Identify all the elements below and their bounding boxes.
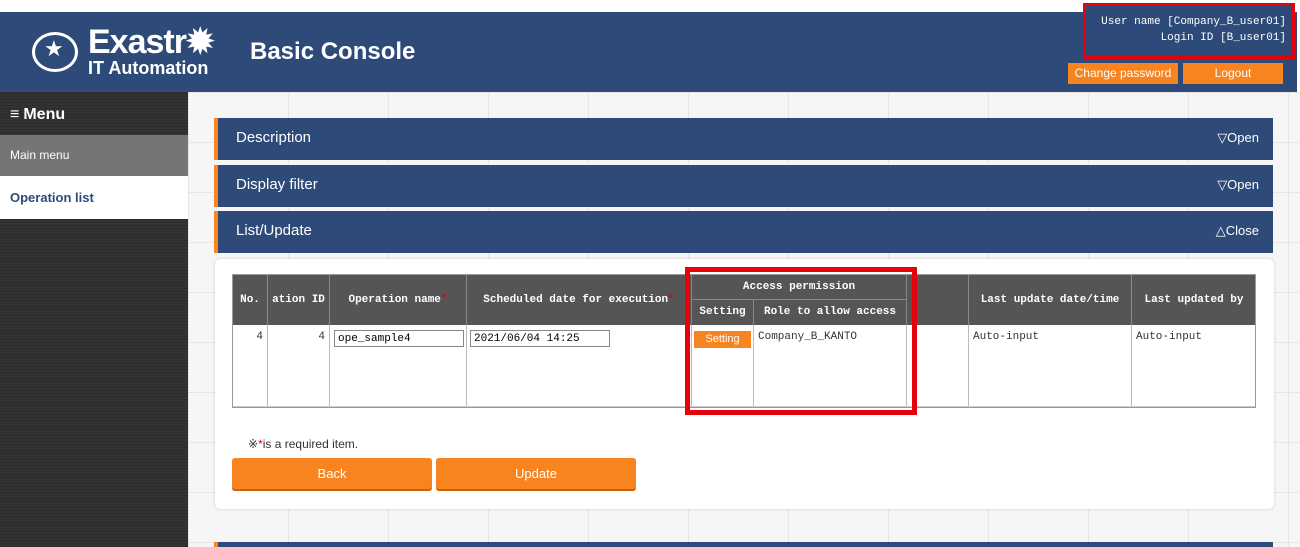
- menu-label: Menu: [23, 106, 66, 123]
- cell-no: 4: [233, 325, 268, 406]
- hamburger-icon: ≡: [10, 106, 20, 123]
- sidebar-item-operation-list[interactable]: Operation list: [0, 176, 188, 219]
- user-info-highlight: User name [Company_B_user01] Login ID [B…: [1083, 3, 1295, 59]
- section-title: List/Update: [236, 222, 312, 239]
- sidebar-item-main-menu[interactable]: Main menu: [0, 135, 188, 176]
- cell-last-update: Auto-input: [969, 325, 1132, 406]
- header-operation-name[interactable]: Operation name*: [330, 275, 467, 325]
- section-bottom-edge: [214, 542, 1273, 547]
- open-toggle[interactable]: ▽Open: [1217, 130, 1259, 146]
- note-prefix: ※: [248, 437, 259, 451]
- console-title: Basic Console: [250, 38, 416, 65]
- section-description[interactable]: Description ▽Open: [214, 118, 1273, 160]
- section-title: Display filter: [236, 176, 318, 193]
- menu-header[interactable]: ≡ Menu: [0, 92, 188, 135]
- header-operation-id[interactable]: ation ID: [268, 275, 330, 325]
- close-toggle[interactable]: △Close: [1216, 223, 1259, 239]
- change-password-button[interactable]: Change password: [1068, 63, 1178, 84]
- logo-subtitle: IT Automation: [88, 58, 209, 78]
- cell-operation-id: 4: [268, 325, 330, 406]
- section-list-update[interactable]: List/Update △Close: [214, 211, 1273, 253]
- user-name: User name [Company_B_user01]: [1101, 16, 1286, 28]
- logo-star-icon: ★: [44, 36, 64, 61]
- header-scheduled-date[interactable]: Scheduled date for execution*: [467, 275, 692, 325]
- required-note: ※*is a required item.: [248, 437, 358, 451]
- section-display-filter[interactable]: Display filter ▽Open: [214, 165, 1273, 207]
- login-id: Login ID [B_user01]: [1160, 32, 1286, 44]
- required-mark: *: [440, 294, 448, 306]
- sidebar: ≡ Menu Main menu Operation list: [0, 92, 188, 547]
- back-button[interactable]: Back: [232, 458, 432, 489]
- cell-operation-name: [330, 325, 467, 406]
- logout-button[interactable]: Logout: [1183, 63, 1283, 84]
- section-title: Description: [236, 129, 312, 146]
- header-scheduled-date-label: Scheduled date for execution: [483, 294, 669, 306]
- update-button[interactable]: Update: [436, 458, 636, 489]
- open-toggle[interactable]: ▽Open: [1217, 177, 1259, 193]
- logo-word: Exastr✹: [88, 23, 214, 61]
- note-text: is a required item.: [262, 437, 359, 451]
- required-mark: *: [668, 294, 675, 306]
- cell-last-updated-by: Auto-input: [1132, 325, 1255, 406]
- access-permission-highlight: [685, 267, 917, 415]
- header-operation-name-label: Operation name: [348, 294, 441, 306]
- cell-scheduled-date: [467, 325, 692, 406]
- header-no[interactable]: No.: [233, 275, 268, 325]
- scheduled-date-input[interactable]: [470, 330, 610, 347]
- operation-name-input[interactable]: [334, 330, 464, 347]
- exastro-logo[interactable]: ★ Exastr✹ IT Automation: [28, 24, 228, 80]
- header-last-updated-by[interactable]: Last updated by: [1132, 275, 1255, 325]
- header-last-update[interactable]: Last update date/time: [969, 275, 1132, 325]
